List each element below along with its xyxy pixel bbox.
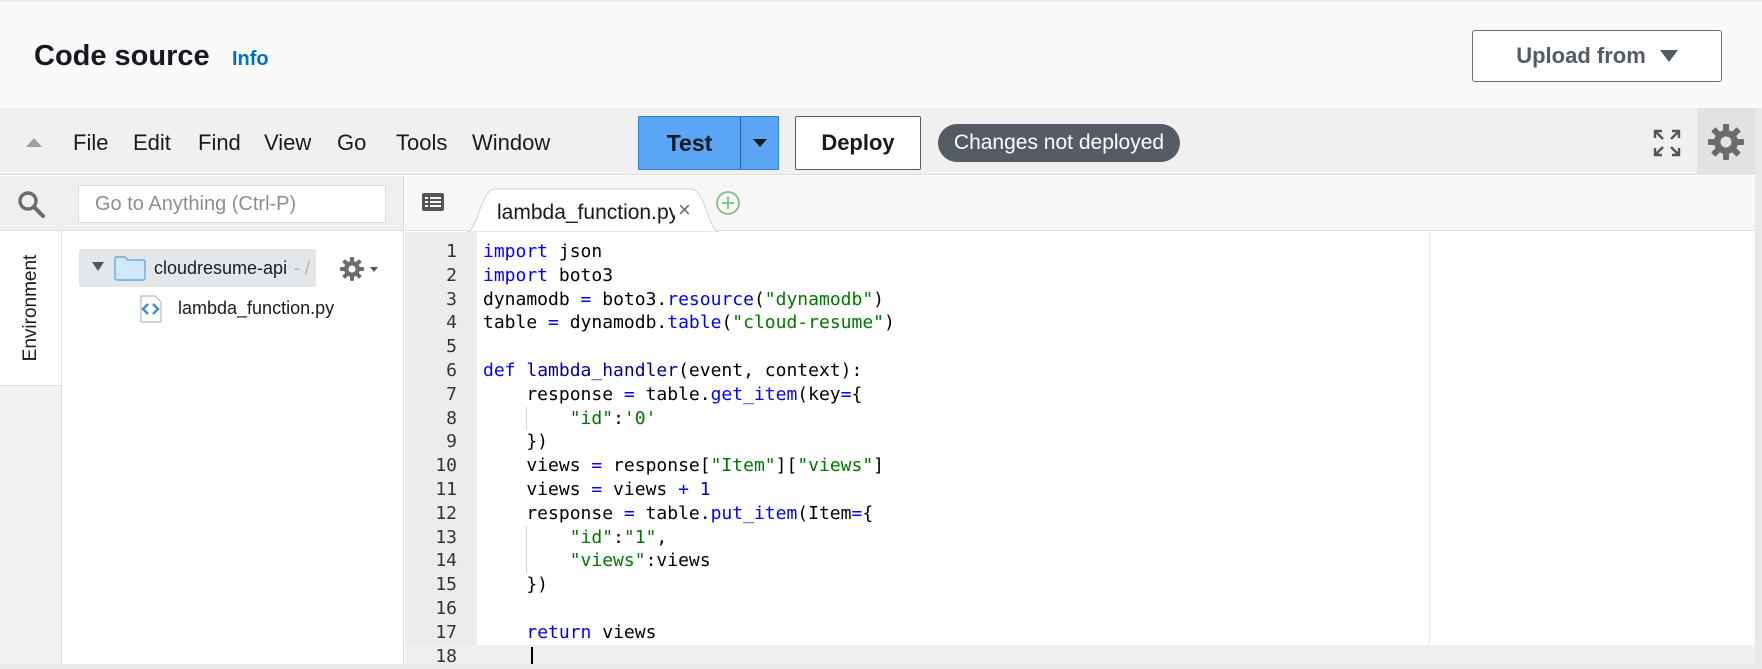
code-source-header: Code source Info Upload from xyxy=(0,0,1762,108)
close-icon[interactable]: × xyxy=(678,197,691,223)
line-number: 5 xyxy=(446,336,457,358)
folder-name: cloudresume-api xyxy=(154,258,288,278)
code-line[interactable]: 7 response = table.get_item(key={ xyxy=(405,383,1755,407)
code-text[interactable]: "id":"1", xyxy=(483,526,668,550)
code-line[interactable]: 15 }) xyxy=(405,573,1755,597)
tab-menu-icon[interactable] xyxy=(421,192,445,212)
folder-path-suffix: - / xyxy=(294,258,310,278)
code-line[interactable]: 3 dynamodb = boto3.resource("dynamodb") xyxy=(405,288,1755,312)
test-button-group: Test xyxy=(638,116,779,170)
code-line[interactable]: 4 table = dynamodb.table("cloud-resume") xyxy=(405,311,1755,335)
folder-icon xyxy=(114,256,146,281)
environment-tab-label: Environment xyxy=(20,254,41,362)
line-number: 16 xyxy=(435,597,457,619)
menu-window[interactable]: Window xyxy=(472,130,550,156)
line-number: 14 xyxy=(435,550,457,572)
code-text[interactable]: "id":'0' xyxy=(483,407,657,431)
line-number: 10 xyxy=(435,455,457,477)
caret-down-icon[interactable] xyxy=(370,267,378,272)
menu-tools[interactable]: Tools xyxy=(396,130,447,156)
indent-guide xyxy=(526,406,528,431)
code-text[interactable]: def lambda_handler(event, context): xyxy=(483,359,862,383)
menu-go[interactable]: Go xyxy=(337,130,366,156)
fullscreen-icon[interactable] xyxy=(1652,128,1682,158)
menu-find[interactable]: Find xyxy=(198,130,241,156)
line-number: 17 xyxy=(435,621,457,643)
code-text[interactable]: import boto3 xyxy=(483,264,613,288)
frame-border-right xyxy=(1755,108,1762,669)
gear-icon[interactable] xyxy=(338,255,366,283)
gear-icon xyxy=(1708,123,1744,160)
code-line[interactable]: 9 }) xyxy=(405,430,1755,454)
add-tab-icon[interactable] xyxy=(715,190,741,216)
menu-file[interactable]: File xyxy=(73,130,108,156)
go-to-anything-bar xyxy=(0,176,404,231)
menu-view[interactable]: View xyxy=(264,130,311,156)
python-file-icon xyxy=(140,295,162,323)
line-number: 3 xyxy=(446,288,457,310)
line-number: 9 xyxy=(446,431,457,453)
code-line[interactable]: 14 "views":views xyxy=(405,549,1755,574)
environment-tab[interactable]: Environment xyxy=(0,231,62,386)
test-dropdown-button[interactable] xyxy=(740,116,779,170)
line-number: 6 xyxy=(446,359,457,381)
indent-guide xyxy=(526,525,528,550)
upload-from-button[interactable]: Upload from xyxy=(1472,30,1722,82)
code-text[interactable]: return views xyxy=(483,621,656,645)
tab-label: lambda_function.py xyxy=(497,201,675,224)
upload-from-label: Upload from xyxy=(1516,43,1646,68)
code-line[interactable]: 5 xyxy=(405,335,1755,359)
code-line[interactable]: 10 views = response["Item"]["views"] xyxy=(405,454,1755,478)
search-icon[interactable] xyxy=(16,189,46,219)
editor-tab-bar: lambda_function.py × xyxy=(405,176,1755,232)
status-badge: Changes not deployed xyxy=(938,124,1180,162)
page-title: Code source xyxy=(34,40,210,72)
code-line[interactable]: 6 def lambda_handler(event, context): xyxy=(405,359,1755,383)
code-text[interactable]: }) xyxy=(483,430,548,454)
code-text[interactable]: response = table.get_item(key={ xyxy=(483,383,862,407)
code-line[interactable]: 12 response = table.put_item(Item={ xyxy=(405,502,1755,526)
test-button[interactable]: Test xyxy=(638,116,740,170)
chevron-down-icon[interactable] xyxy=(92,262,104,271)
code-line[interactable]: 17 return views xyxy=(405,621,1755,645)
code-editor[interactable]: 1 import json 2 import boto3 3 dynamodb = bot… xyxy=(405,232,1755,669)
tree-file-name[interactable]: lambda_function.py xyxy=(178,298,334,319)
code-text[interactable]: "views":views xyxy=(483,549,711,573)
code-line[interactable]: 1 import json xyxy=(405,240,1755,264)
caret-down-icon xyxy=(1659,50,1678,62)
code-line[interactable]: 16 xyxy=(405,597,1755,621)
line-number: 8 xyxy=(446,407,457,429)
code-text[interactable]: views = response["Item"]["views"] xyxy=(483,454,884,478)
code-line[interactable]: 2 import boto3 xyxy=(405,264,1755,288)
code-text[interactable]: import json xyxy=(483,240,602,264)
collapse-up-icon[interactable] xyxy=(26,138,42,147)
code-text[interactable]: table = dynamodb.table("cloud-resume") xyxy=(483,311,895,335)
file-tree: cloudresume-api - / lambda_function.py xyxy=(62,231,404,664)
line-number: 11 xyxy=(435,478,457,500)
code-text[interactable]: }) xyxy=(483,573,548,597)
code-text[interactable]: dynamodb = boto3.resource("dynamodb") xyxy=(483,288,884,312)
indent-guide xyxy=(526,549,528,574)
line-number: 13 xyxy=(435,526,457,548)
code-text[interactable]: response = table.put_item(Item={ xyxy=(483,502,873,526)
tab-lambda-function[interactable]: lambda_function.py × xyxy=(467,188,719,232)
line-number: 1 xyxy=(446,241,457,262)
line-number: 4 xyxy=(446,312,457,334)
code-lines[interactable]: 1 import json 2 import boto3 3 dynamodb = bot… xyxy=(405,240,1755,669)
menu-edit[interactable]: Edit xyxy=(133,130,171,156)
code-line[interactable]: 8 "id":'0' xyxy=(405,406,1755,431)
frame-border-bottom xyxy=(0,664,1762,669)
line-number: 2 xyxy=(446,264,457,286)
code-line[interactable]: 13 "id":"1", xyxy=(405,525,1755,550)
info-link[interactable]: Info xyxy=(232,48,269,71)
line-number: 15 xyxy=(435,574,457,596)
line-number: 12 xyxy=(435,502,457,524)
code-text[interactable]: views = views + 1 xyxy=(483,478,710,502)
code-line[interactable]: 11 views = views + 1 xyxy=(405,478,1755,502)
go-to-anything-input[interactable] xyxy=(78,185,386,223)
preferences-button[interactable] xyxy=(1697,108,1755,175)
line-number: 7 xyxy=(446,383,457,405)
deploy-button[interactable]: Deploy xyxy=(795,116,921,170)
caret-down-icon xyxy=(752,139,767,147)
